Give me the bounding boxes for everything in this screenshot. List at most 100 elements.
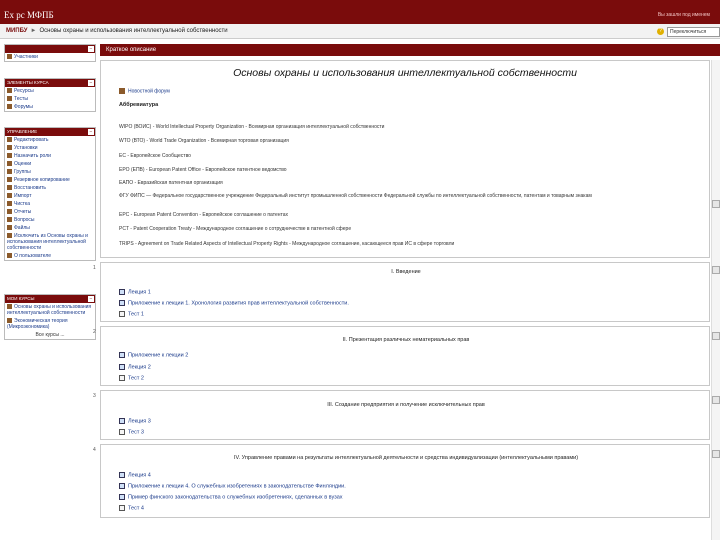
groups-icon <box>7 169 12 175</box>
course-section-4: 4 IV. Управление правами на результаты и… <box>93 444 710 518</box>
quiz-icon <box>7 96 12 102</box>
backup-icon <box>7 177 12 183</box>
admin-label: Чистка <box>14 201 30 207</box>
breadcrumb-home[interactable]: МИПБУ <box>6 28 28 34</box>
section-number: 2 <box>93 329 96 335</box>
quiz-link[interactable]: Тест 1 <box>119 311 144 317</box>
collapse-icon[interactable]: − <box>88 46 94 52</box>
course-title: Основы охраны и использования интеллекту… <box>233 67 577 79</box>
course-icon <box>7 318 12 324</box>
block-people: − Участники <box>4 44 96 62</box>
login-info: Вы зашли под именем <box>657 12 710 18</box>
document-icon <box>119 289 125 295</box>
my-course-item[interactable]: Экономическая теория (Микроэкономика) <box>5 317 95 331</box>
my-course-item[interactable]: Основы охраны и использования интеллекту… <box>5 303 95 317</box>
all-courses-link[interactable]: Все курсы ... <box>5 331 95 339</box>
admin-groups[interactable]: Группы <box>5 168 95 176</box>
resource-label: Приложение к лекции 1. Хронология развит… <box>128 300 349 307</box>
sidebar-item-participants[interactable]: Участники <box>5 53 95 61</box>
admin-label: Файлы <box>14 225 30 231</box>
grades-icon <box>7 161 12 167</box>
restore-icon <box>7 185 12 191</box>
abbreviation-item: EPC - European Patent Convention - Европ… <box>119 212 289 218</box>
reports-icon <box>7 209 12 215</box>
resource-link[interactable]: Лекция 3 <box>119 418 151 424</box>
help-icon[interactable]: ? <box>657 28 664 35</box>
profile-icon <box>7 253 12 259</box>
admin-label: Оценки <box>14 161 32 167</box>
resource-label: Тест 1 <box>128 311 144 318</box>
admin-files[interactable]: Файлы <box>5 224 95 232</box>
collapse-icon[interactable]: − <box>88 80 94 86</box>
admin-questions[interactable]: Вопросы <box>5 216 95 224</box>
vertical-scrollbar[interactable] <box>711 60 720 540</box>
admin-label: Резервное копирование <box>14 177 70 183</box>
switch-role-button[interactable]: Переключиться <box>667 27 720 37</box>
forum-icon <box>7 104 12 110</box>
admin-edit[interactable]: Редактировать <box>5 136 95 144</box>
collapse-icon[interactable]: − <box>88 129 94 135</box>
questions-icon <box>7 217 12 223</box>
resource-link[interactable]: Пример финского законодательства о служе… <box>119 494 343 500</box>
abbreviation-item: ФГУ ФИПС — Федеральное государственное у… <box>119 193 592 199</box>
main-header: Краткое описание <box>100 44 720 56</box>
admin-assign-roles[interactable]: Назначить роли <box>5 152 95 160</box>
forum-icon <box>119 88 125 94</box>
course-section-3: 3 III. Создание предприятия и получение … <box>93 390 710 440</box>
admin-settings[interactable]: Установки <box>5 144 95 152</box>
forum-label: Новостной форум <box>128 88 170 95</box>
section-toggle-icon[interactable] <box>712 396 720 404</box>
admin-label: Назначить роли <box>14 153 51 159</box>
resource-link[interactable]: Приложение к лекции 1. Хронология развит… <box>119 300 349 306</box>
navigation-bar: МИПБУ ► Основы охраны и использования инте… <box>0 24 720 39</box>
resource-link[interactable]: Приложение к лекции 2 <box>119 352 188 358</box>
quiz-icon <box>119 311 125 317</box>
resource-label: Лекция 3 <box>128 418 151 425</box>
resource-link[interactable]: Лекция 1 <box>119 289 151 295</box>
section-number: 3 <box>93 393 96 399</box>
section-toggle-icon[interactable] <box>712 266 720 274</box>
admin-import[interactable]: Импорт <box>5 192 95 200</box>
quiz-link[interactable]: Тест 4 <box>119 505 144 511</box>
sidebar-item-label: Тесты <box>14 96 28 102</box>
section-title: III. Создание предприятия и получение ис… <box>327 402 485 408</box>
abbreviation-item: WIPO (ВОИС) - World Intellectual Propert… <box>119 124 385 130</box>
block-my-courses-header: МОИ КУРСЫ − <box>5 295 95 303</box>
course-label: Основы охраны и использования интеллекту… <box>7 304 92 316</box>
resources-icon <box>7 88 12 94</box>
admin-backup[interactable]: Резервное копирование <box>5 176 95 184</box>
admin-label: О пользователе <box>14 253 52 259</box>
admin-label: Импорт <box>14 193 32 199</box>
sidebar-item-quizzes[interactable]: Тесты <box>5 95 95 103</box>
resource-label: Пример финского законодательства о служе… <box>128 494 343 501</box>
news-forum-link[interactable]: Новостной форум <box>119 88 170 94</box>
site-title[interactable]: Ех рс МФПБ <box>4 10 54 20</box>
admin-unenrol[interactable]: Исключить из Основы охраны и использован… <box>5 232 95 252</box>
resource-link[interactable]: Лекция 4 <box>119 472 151 478</box>
quiz-icon <box>119 429 125 435</box>
section-toggle-icon[interactable] <box>712 332 720 340</box>
resource-link[interactable]: Приложение к лекции 4. О служебных изобр… <box>119 483 346 489</box>
sidebar-item-label: Участники <box>14 54 38 60</box>
abbreviation-item: EPO (ЕПВ) - European Patent Office - Евр… <box>119 167 287 173</box>
resource-label: Лекция 1 <box>128 289 151 296</box>
resource-link[interactable]: Лекция 2 <box>119 364 151 370</box>
admin-reset[interactable]: Чистка <box>5 200 95 208</box>
collapse-icon[interactable]: − <box>88 296 94 302</box>
block-course-elements-header: ЭЛЕМЕНТЫ КУРСА − <box>5 79 95 87</box>
admin-profile[interactable]: О пользователе <box>5 252 95 260</box>
admin-restore[interactable]: Восстановить <box>5 184 95 192</box>
scroll-thumb[interactable] <box>712 200 720 208</box>
breadcrumb-separator: ► <box>30 28 37 34</box>
top-header: Ех рс МФПБ Вы зашли под именем <box>0 0 720 24</box>
sidebar-item-forums[interactable]: Форумы <box>5 103 95 111</box>
admin-reports[interactable]: Отчеты <box>5 208 95 216</box>
sidebar-item-resources[interactable]: Ресурсы <box>5 87 95 95</box>
breadcrumb: МИПБУ ► Основы охраны и использования инте… <box>6 28 228 34</box>
section-title: II. Презентация различных нематериальных… <box>342 337 470 343</box>
section-toggle-icon[interactable] <box>712 450 720 458</box>
quiz-link[interactable]: Тест 2 <box>119 375 144 381</box>
quiz-link[interactable]: Тест 3 <box>119 429 144 435</box>
admin-grades[interactable]: Оценки <box>5 160 95 168</box>
import-icon <box>7 193 12 199</box>
